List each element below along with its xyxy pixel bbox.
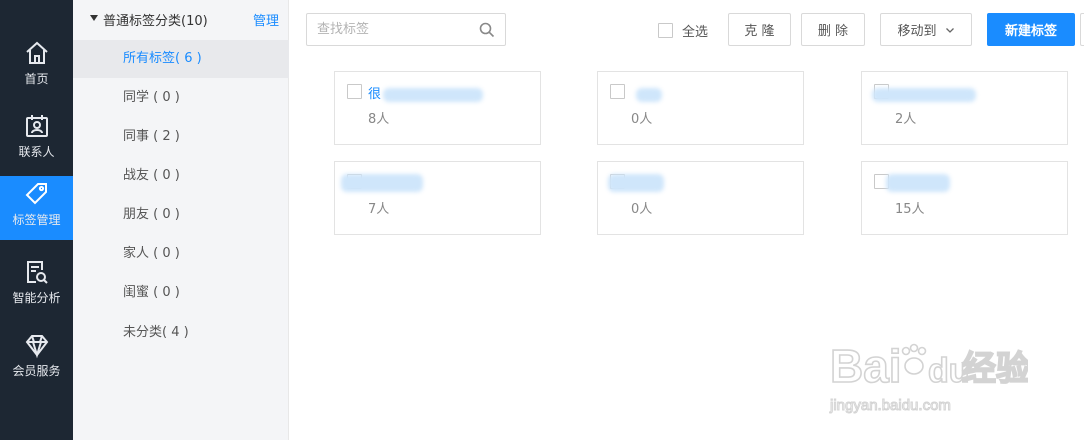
analysis-icon: [26, 261, 48, 284]
paw-icon: [901, 343, 927, 375]
watermark-bai: Bai: [830, 340, 902, 392]
category-item-classmates[interactable]: 同学 ( 0 ): [73, 79, 289, 117]
tag-count: 15人: [895, 202, 925, 217]
blurred-text: [341, 174, 423, 192]
select-all[interactable]: 全选: [658, 21, 708, 40]
home-icon: [25, 41, 48, 64]
blurred-text: [636, 88, 662, 102]
nav-item-home[interactable]: 首页: [0, 35, 73, 99]
nav-label: 智能分析: [12, 291, 61, 305]
select-all-label: 全选: [682, 25, 709, 40]
tag-checkbox[interactable]: [347, 84, 362, 99]
move-to-label: 移动到: [897, 24, 937, 39]
category-item-family[interactable]: 家人 ( 0 ): [73, 235, 289, 273]
watermark-graphic: Bai du 经验 jingyan.baidu.com: [829, 339, 1031, 414]
nav-item-contacts[interactable]: 联系人: [0, 108, 73, 172]
nav-item-membership[interactable]: 会员服务: [0, 327, 73, 391]
watermark: Bai du 经验 jingyan.baidu.com: [828, 320, 1031, 430]
tag-card[interactable]: 0人: [597, 161, 804, 235]
category-group-header[interactable]: 普通标签分类(10) 管理: [73, 0, 289, 38]
category-item-all[interactable]: 所有标签( 6 ): [73, 40, 289, 78]
tag-card[interactable]: 15人: [861, 161, 1068, 235]
manage-link[interactable]: 管理: [253, 10, 279, 29]
tag-card[interactable]: 0人: [597, 71, 804, 145]
main-nav: 首页 联系人 标签管理 智能分析 会员服务: [0, 0, 73, 440]
select-all-checkbox[interactable]: [658, 23, 673, 38]
category-item-friends[interactable]: 朋友 ( 0 ): [73, 196, 289, 234]
category-item-girlfriends[interactable]: 闺蜜 ( 0 ): [73, 274, 289, 312]
diamond-icon: [25, 335, 48, 359]
blurred-text: [886, 174, 950, 192]
category-panel: 普通标签分类(10) 管理 所有标签( 6 ) 同学 ( 0 ) 同事 ( 2 …: [73, 0, 289, 440]
tag-search: [306, 13, 506, 46]
search-icon[interactable]: [479, 22, 495, 38]
nav-label: 首页: [24, 72, 49, 86]
tag-count: 2人: [895, 112, 917, 127]
tag-count: 8人: [368, 112, 390, 127]
nav-label: 联系人: [18, 145, 55, 159]
overflow-button[interactable]: [1080, 13, 1084, 46]
clone-button[interactable]: 克 隆: [728, 13, 791, 46]
tag-card[interactable]: 7人: [334, 161, 541, 235]
watermark-du: du: [928, 352, 970, 390]
blurred-text: [608, 174, 664, 192]
tag-name[interactable]: 很: [368, 83, 381, 102]
category-item-uncategorized[interactable]: 未分类( 4 ): [73, 314, 289, 352]
blurred-text: [383, 88, 483, 102]
app: 首页 联系人 标签管理 智能分析 会员服务 普通标签分类(10) 管理 所有标签…: [0, 0, 1084, 440]
category-item-colleagues[interactable]: 同事 ( 2 ): [73, 118, 289, 156]
nav-item-analysis[interactable]: 智能分析: [0, 254, 73, 318]
category-item-comrades[interactable]: 战友 ( 0 ): [73, 157, 289, 195]
tag-count: 7人: [368, 202, 390, 217]
nav-label: 会员服务: [12, 364, 61, 378]
contacts-icon: [25, 115, 48, 137]
watermark-jingyan-cn: 经验: [962, 349, 1028, 388]
tag-card[interactable]: 很 8人: [334, 71, 541, 145]
watermark-url: jingyan.baidu.com: [829, 397, 951, 414]
tag-icon: [25, 183, 47, 205]
move-to-dropdown[interactable]: 移动到: [880, 13, 972, 46]
delete-button[interactable]: 删 除: [801, 13, 865, 46]
blurred-text: [872, 88, 976, 102]
tag-count: 0人: [631, 112, 653, 127]
search-input[interactable]: [317, 14, 477, 45]
caret-down-icon[interactable]: [90, 15, 98, 21]
tag-checkbox[interactable]: [610, 84, 625, 99]
chevron-down-icon: [945, 27, 954, 33]
new-tag-button[interactable]: 新建标签: [987, 13, 1075, 46]
category-group-title: 普通标签分类(10): [103, 14, 208, 29]
tag-count: 0人: [631, 202, 653, 217]
nav-label: 标签管理: [12, 213, 61, 227]
tag-card[interactable]: 2人: [861, 71, 1068, 145]
nav-item-tags[interactable]: 标签管理: [0, 176, 73, 240]
